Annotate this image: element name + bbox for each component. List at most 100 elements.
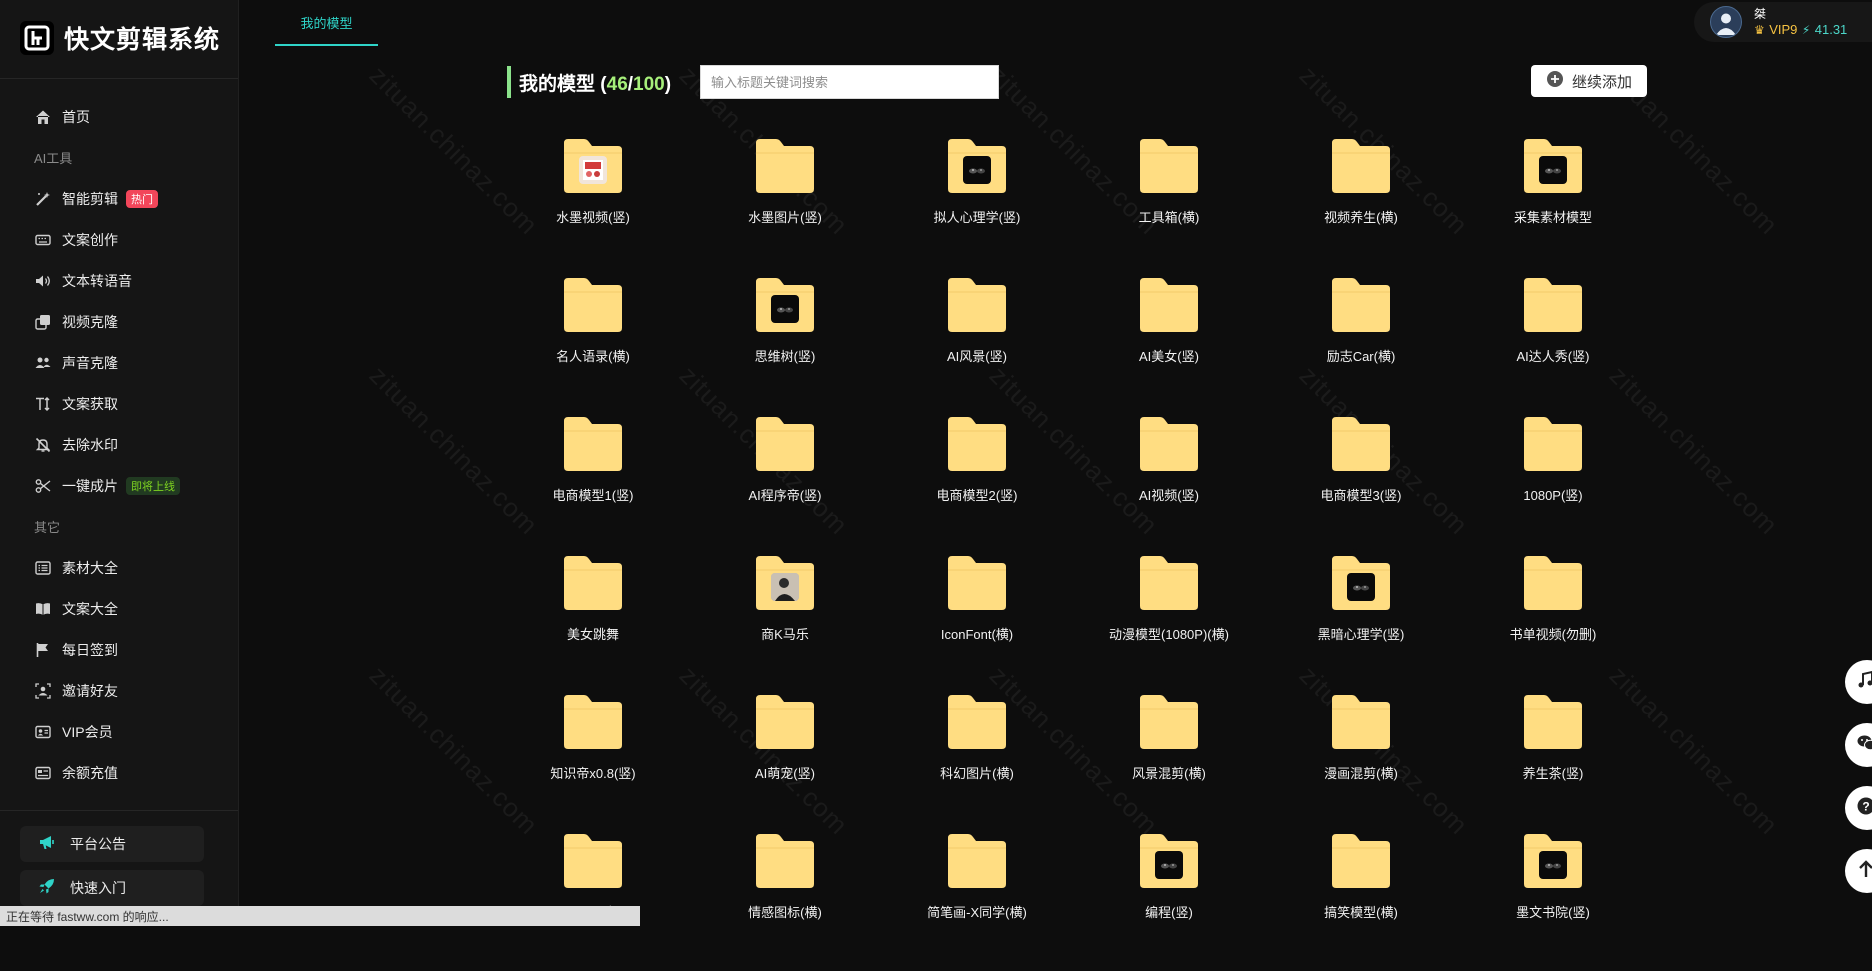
model-folder[interactable]: 电商模型1(竖) — [497, 415, 689, 554]
model-folder[interactable]: 视频养生(横) — [1265, 137, 1457, 276]
folder-icon — [1328, 554, 1394, 612]
sidebar-item-home[interactable]: 首页 — [0, 96, 238, 137]
sidebar-item-video-clone[interactable]: 视频克隆 — [0, 301, 238, 342]
avatar[interactable] — [1710, 6, 1742, 38]
folder-icon — [944, 554, 1010, 612]
sidebar: 快文剪辑系统 首页 AI工具 智能剪辑 热门 文案创作 文本转语音 视频克隆 声… — [0, 0, 239, 926]
folder-label: AI萌宠(竖) — [755, 763, 815, 782]
sidebar-item-copy-library[interactable]: 文案大全 — [0, 588, 238, 629]
folder-label: AI程序帝(竖) — [749, 485, 822, 504]
app-logo[interactable]: 快文剪辑系统 — [20, 20, 220, 56]
model-folder[interactable]: AI美女(竖) — [1073, 276, 1265, 415]
model-folder[interactable]: 电商模型3(竖) — [1265, 415, 1457, 554]
magic-wand-icon — [34, 190, 52, 208]
model-folder[interactable]: 美女跳舞 — [497, 554, 689, 693]
sidebar-item-one-click[interactable]: 一键成片 即将上线 — [0, 465, 238, 506]
search-input[interactable] — [700, 65, 999, 99]
sidebar-item-tts[interactable]: 文本转语音 — [0, 260, 238, 301]
sidebar-item-voice-clone[interactable]: 声音克隆 — [0, 342, 238, 383]
wechat-icon — [1857, 734, 1872, 757]
sidebar-nav: 首页 AI工具 智能剪辑 热门 文案创作 文本转语音 视频克隆 声音克隆 文案获… — [0, 96, 238, 793]
title-label: 我的模型 — [519, 74, 595, 95]
sidebar-item-daily-checkin[interactable]: 每日签到 — [0, 629, 238, 670]
sidebar-item-label: 每日签到 — [62, 640, 118, 660]
model-folder[interactable]: 知识帝x0.8(竖) — [497, 693, 689, 832]
sidebar-item-vip[interactable]: VIP会员 — [0, 711, 238, 752]
add-model-button[interactable]: 继续添加 — [1531, 65, 1647, 97]
model-folder[interactable]: 1080P(竖) — [1457, 415, 1649, 554]
model-folder[interactable]: 黑暗心理学(竖) — [1265, 554, 1457, 693]
model-folder[interactable]: 名人语录(横) — [497, 276, 689, 415]
model-folder[interactable]: AI达人秀(竖) — [1457, 276, 1649, 415]
model-folder[interactable]: 采集素材模型 — [1457, 137, 1649, 276]
quick-start-button[interactable]: 快速入门 — [20, 870, 204, 906]
folder-icon — [1136, 693, 1202, 751]
model-folder[interactable]: 动漫模型(1080P)(横) — [1073, 554, 1265, 693]
user-plus-icon — [34, 682, 52, 700]
model-folder[interactable]: 简笔画-X同学(横) — [881, 832, 1073, 971]
sidebar-item-label: 声音克隆 — [62, 353, 118, 373]
sidebar-item-recharge[interactable]: 余额充值 — [0, 752, 238, 793]
folder-label: 美女跳舞 — [567, 624, 619, 643]
sidebar-item-copywriting[interactable]: 文案创作 — [0, 219, 238, 260]
sidebar-item-invite[interactable]: 邀请好友 — [0, 670, 238, 711]
model-folder[interactable]: 电商模型2(竖) — [881, 415, 1073, 554]
model-folder[interactable]: 水墨图片(竖) — [689, 137, 881, 276]
sidebar-item-text-fetch[interactable]: 文案获取 — [0, 383, 238, 424]
model-folder[interactable]: 情感图标(横) — [689, 832, 881, 971]
model-folder[interactable]: 墨文书院(竖) — [1457, 832, 1649, 971]
model-folder[interactable]: 水墨视频(竖) — [497, 137, 689, 276]
model-folder[interactable]: 励志Car(横) — [1265, 276, 1457, 415]
model-folder[interactable]: AI程序帝(竖) — [689, 415, 881, 554]
model-folder[interactable]: IconFont(横) — [881, 554, 1073, 693]
model-folder[interactable]: 书单视频(勿删) — [1457, 554, 1649, 693]
folder-label: 搞笑模型(横) — [1324, 902, 1398, 921]
sidebar-item-label: 邀请好友 — [62, 681, 118, 701]
folder-label: 水墨图片(竖) — [748, 207, 822, 226]
music-button[interactable] — [1845, 660, 1872, 704]
folder-icon — [1328, 137, 1394, 195]
folder-icon — [752, 554, 818, 612]
tab-my-models[interactable]: 我的模型 — [275, 0, 378, 46]
model-folder[interactable]: 编程(竖) — [1073, 832, 1265, 971]
folder-icon — [752, 415, 818, 473]
user-profile[interactable]: 桀 ♛ VIP9 ⚡ 41.31 — [1694, 2, 1872, 42]
folder-icon — [1328, 276, 1394, 334]
sidebar-item-remove-watermark[interactable]: 去除水印 — [0, 424, 238, 465]
sidebar-item-materials[interactable]: 素材大全 — [0, 547, 238, 588]
user-name: 桀 — [1754, 7, 1847, 22]
help-button[interactable]: ? — [1845, 786, 1872, 830]
flag-icon — [34, 641, 52, 659]
model-folder[interactable]: AI风景(竖) — [881, 276, 1073, 415]
top-bar: 我的模型 桀 ♛ VIP9 ⚡ 41.31 — [240, 0, 1872, 48]
folder-label: 书单视频(勿删) — [1510, 624, 1597, 643]
model-folder[interactable]: 工具箱(横) — [1073, 137, 1265, 276]
folder-label: AI风景(竖) — [947, 346, 1007, 365]
model-folder[interactable]: AI视频(竖) — [1073, 415, 1265, 554]
back-to-top-button[interactable] — [1845, 849, 1872, 893]
model-folder[interactable]: 拟人心理学(竖) — [881, 137, 1073, 276]
model-folder[interactable]: 8090回忆 — [497, 832, 689, 971]
folder-label: 编程(竖) — [1145, 902, 1193, 921]
model-folder[interactable]: 养生茶(竖) — [1457, 693, 1649, 832]
sidebar-item-smart-edit[interactable]: 智能剪辑 热门 — [0, 178, 238, 219]
model-folder[interactable]: 科幻图片(横) — [881, 693, 1073, 832]
folder-icon — [1520, 415, 1586, 473]
wechat-button[interactable] — [1845, 723, 1872, 767]
platform-announcement-button[interactable]: 平台公告 — [20, 826, 204, 862]
folder-label: IconFont(横) — [941, 624, 1013, 643]
sidebar-item-label: 视频克隆 — [62, 312, 118, 332]
model-folder[interactable]: 搞笑模型(横) — [1265, 832, 1457, 971]
folder-label: 电商模型2(竖) — [937, 485, 1018, 504]
browser-status-bar: 正在等待 fastww.com 的响应... — [0, 906, 640, 926]
model-folder[interactable]: 风景混剪(横) — [1073, 693, 1265, 832]
sidebar-item-label: 文本转语音 — [62, 271, 132, 291]
model-folder[interactable]: 思维树(竖) — [689, 276, 881, 415]
model-folder[interactable]: 漫画混剪(横) — [1265, 693, 1457, 832]
model-folder[interactable]: 商K马乐 — [689, 554, 881, 693]
folder-label: 养生茶(竖) — [1523, 763, 1584, 782]
crown-icon: ♛ — [1754, 23, 1765, 37]
sidebar-item-label: 去除水印 — [62, 435, 118, 455]
bell-slash-icon — [34, 436, 52, 454]
model-folder[interactable]: AI萌宠(竖) — [689, 693, 881, 832]
